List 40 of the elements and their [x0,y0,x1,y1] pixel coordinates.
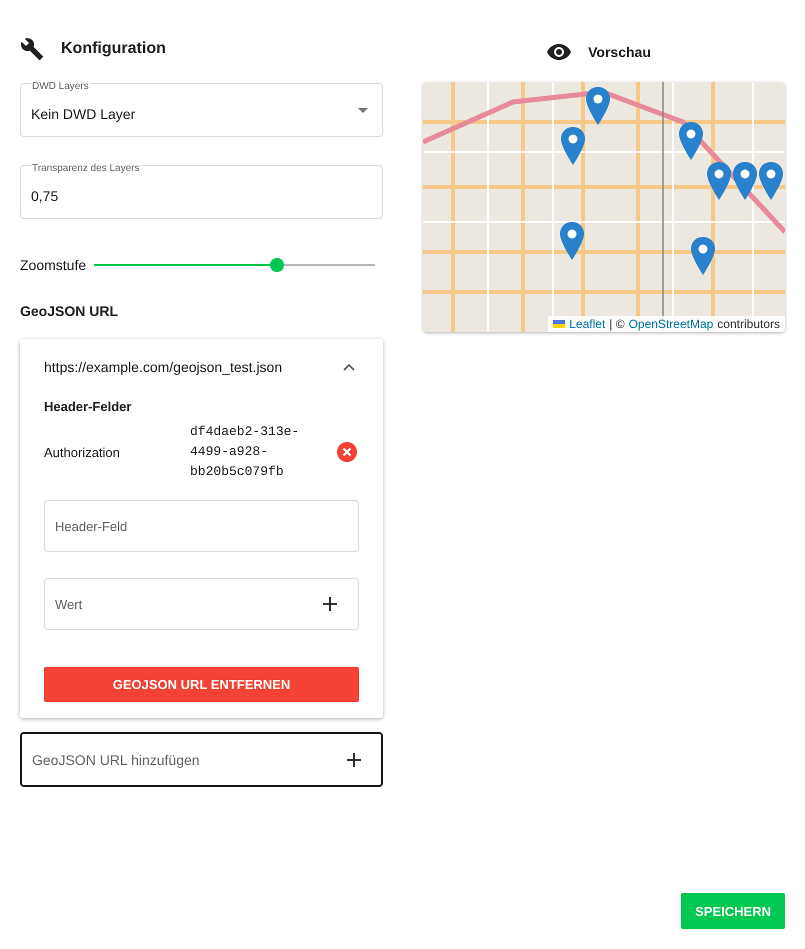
map-marker-icon[interactable] [586,87,610,125]
geojson-heading: GeoJSON URL [20,303,120,319]
attribution-text: contributors [717,317,780,331]
map-marker-icon[interactable] [733,162,757,200]
section-title: Vorschau [588,44,651,60]
wrench-icon [20,37,44,61]
header-value-field[interactable]: Wert [44,578,359,630]
section-title: Konfiguration [61,40,166,58]
headers-title: Header-Felder [44,399,132,414]
dwd-layer-select[interactable]: DWD Layers Kein DWD Layer [20,83,383,137]
map-view[interactable]: Leaflet | © OpenStreetMap contributors [423,82,785,332]
leaflet-link[interactable]: Leaflet [569,317,606,331]
map-marker-icon[interactable] [707,162,731,200]
header-name-field[interactable]: Header-Feld [44,500,359,552]
url-panel-header[interactable]: https://example.com/geojson_test.json [44,359,359,375]
field-label: DWD Layers [31,81,90,92]
add-url-field[interactable]: GeoJSON URL hinzufügen [20,732,383,787]
chevron-icon [343,363,355,371]
plus-icon[interactable] [323,597,337,611]
map-marker-icon[interactable] [679,122,703,160]
map-marker-icon[interactable] [561,127,585,165]
flag-icon [553,320,566,328]
slider-thumb[interactable] [270,258,284,272]
eye-icon [547,44,572,60]
field-value: 0,75 [31,188,58,204]
remove-url-button[interactable]: GEOJSON URL ENTFERNEN [44,667,359,702]
header-value: df4daeb2-313e-4499-a928-bb20b5c079fb [190,423,300,481]
dropdown-caret-icon [358,108,368,113]
map-marker-icon[interactable] [560,222,584,260]
field-label: Transparenz des Layers [31,163,140,174]
plus-icon[interactable] [347,753,361,767]
map-marker-icon[interactable] [759,162,783,200]
select-value: Kein DWD Layer [31,106,136,122]
map-marker-icon[interactable] [691,237,715,275]
openstreetmap-link[interactable]: OpenStreetMap [628,317,714,331]
remove-icon[interactable] [337,442,357,462]
attribution-separator: | © [609,317,625,331]
header-name: Authorization [44,444,121,460]
slider-label: Zoomstufe [20,257,86,273]
transparency-field[interactable]: Transparenz des Layers 0,75 [20,165,383,219]
